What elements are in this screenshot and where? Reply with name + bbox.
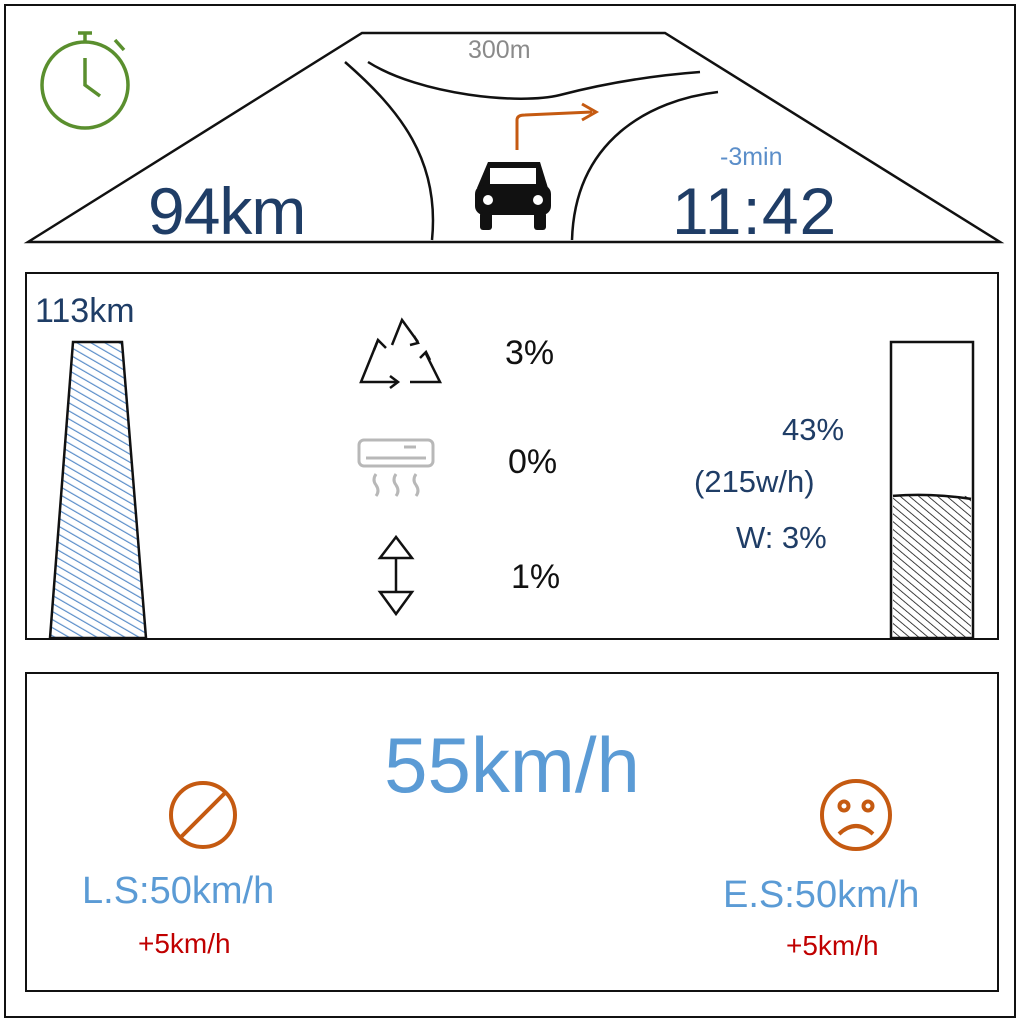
speed-limit-delta: +5km/h (138, 928, 231, 959)
speed-limit-label: L.S:50km/h (82, 870, 275, 912)
eco-speed-delta: +5km/h (786, 930, 879, 961)
eco-speed-label: E.S:50km/h (723, 874, 920, 916)
no-entry-icon (169, 781, 237, 849)
sad-face-icon (820, 779, 892, 851)
